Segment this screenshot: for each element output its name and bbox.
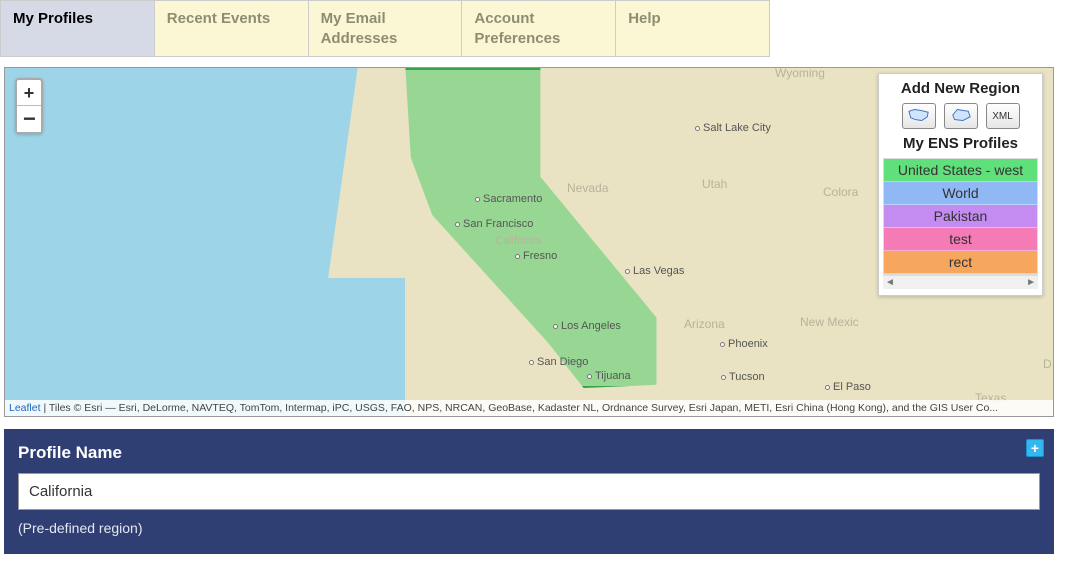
leaflet-link[interactable]: Leaflet: [9, 402, 41, 414]
tab-my-profiles[interactable]: My Profiles: [1, 1, 155, 56]
state-new-mexico: New Mexic: [800, 315, 859, 329]
custom-polygon-button[interactable]: [944, 103, 978, 129]
tab-recent-events[interactable]: Recent Events: [155, 1, 309, 56]
city-las-vegas: Las Vegas: [625, 265, 684, 277]
profile-item-rect[interactable]: rect: [884, 251, 1037, 274]
add-region-title: Add New Region: [883, 80, 1038, 97]
tab-help[interactable]: Help: [616, 1, 770, 56]
profile-item-us-west[interactable]: United States - west: [884, 159, 1037, 182]
profiles-list-title: My ENS Profiles: [883, 135, 1038, 152]
tab-bar: My Profiles Recent Events My Email Addre…: [0, 0, 770, 57]
state-d: D: [1043, 357, 1052, 371]
state-colorado: Colora: [823, 185, 858, 199]
polygon-icon: [950, 107, 972, 126]
plus-icon: +: [1031, 440, 1039, 456]
city-san-diego: San Diego: [529, 356, 588, 368]
city-phoenix: Phoenix: [720, 338, 768, 350]
city-el-paso: El Paso: [825, 381, 871, 393]
profile-item-pakistan[interactable]: Pakistan: [884, 205, 1037, 228]
profile-name-label: Profile Name: [18, 443, 1040, 463]
map[interactable]: Sacramento San Francisco California Fres…: [4, 67, 1054, 417]
profile-name-input[interactable]: [18, 473, 1040, 510]
tab-account-preferences[interactable]: Account Preferences: [462, 1, 616, 56]
state-arizona: Arizona: [684, 317, 725, 331]
add-profile-button[interactable]: +: [1026, 439, 1044, 457]
usa-shape-icon: [908, 107, 930, 126]
xml-region-button[interactable]: XML: [986, 103, 1020, 129]
tab-my-email-addresses[interactable]: My Email Addresses: [309, 1, 463, 56]
region-panel: Add New Region XML My ENS Profiles Unite…: [878, 73, 1043, 296]
zoom-out-button[interactable]: −: [17, 106, 41, 132]
region-tool-row: XML: [883, 103, 1038, 129]
state-wyoming: Wyoming: [775, 67, 825, 80]
profile-form: + Profile Name (Pre-defined region): [4, 429, 1054, 554]
city-salt-lake: Salt Lake City: [695, 122, 771, 134]
profile-item-world[interactable]: World: [884, 182, 1037, 205]
city-tijuana: Tijuana: [587, 370, 631, 382]
city-tucson: Tucson: [721, 371, 765, 383]
state-california-label: California: [495, 235, 541, 247]
predefined-region-button[interactable]: [902, 103, 936, 129]
profiles-list[interactable]: United States - west World Pakistan test…: [883, 158, 1038, 275]
profile-item-test[interactable]: test: [884, 228, 1037, 251]
city-fresno: Fresno: [515, 250, 557, 262]
state-nevada: Nevada: [567, 181, 608, 195]
city-sacramento: Sacramento: [475, 193, 542, 205]
state-utah: Utah: [702, 177, 727, 191]
zoom-in-button[interactable]: +: [17, 80, 41, 106]
profiles-horizontal-scroll[interactable]: ◄►: [883, 275, 1038, 289]
city-los-angeles: Los Angeles: [553, 320, 621, 332]
map-attribution: Leaflet | Tiles © Esri — Esri, DeLorme, …: [5, 400, 1053, 416]
attribution-text: | Tiles © Esri — Esri, DeLorme, NAVTEQ, …: [41, 402, 999, 414]
zoom-control: + −: [15, 78, 43, 134]
city-san-francisco: San Francisco: [455, 218, 533, 230]
profile-hint: (Pre-defined region): [18, 520, 1040, 536]
